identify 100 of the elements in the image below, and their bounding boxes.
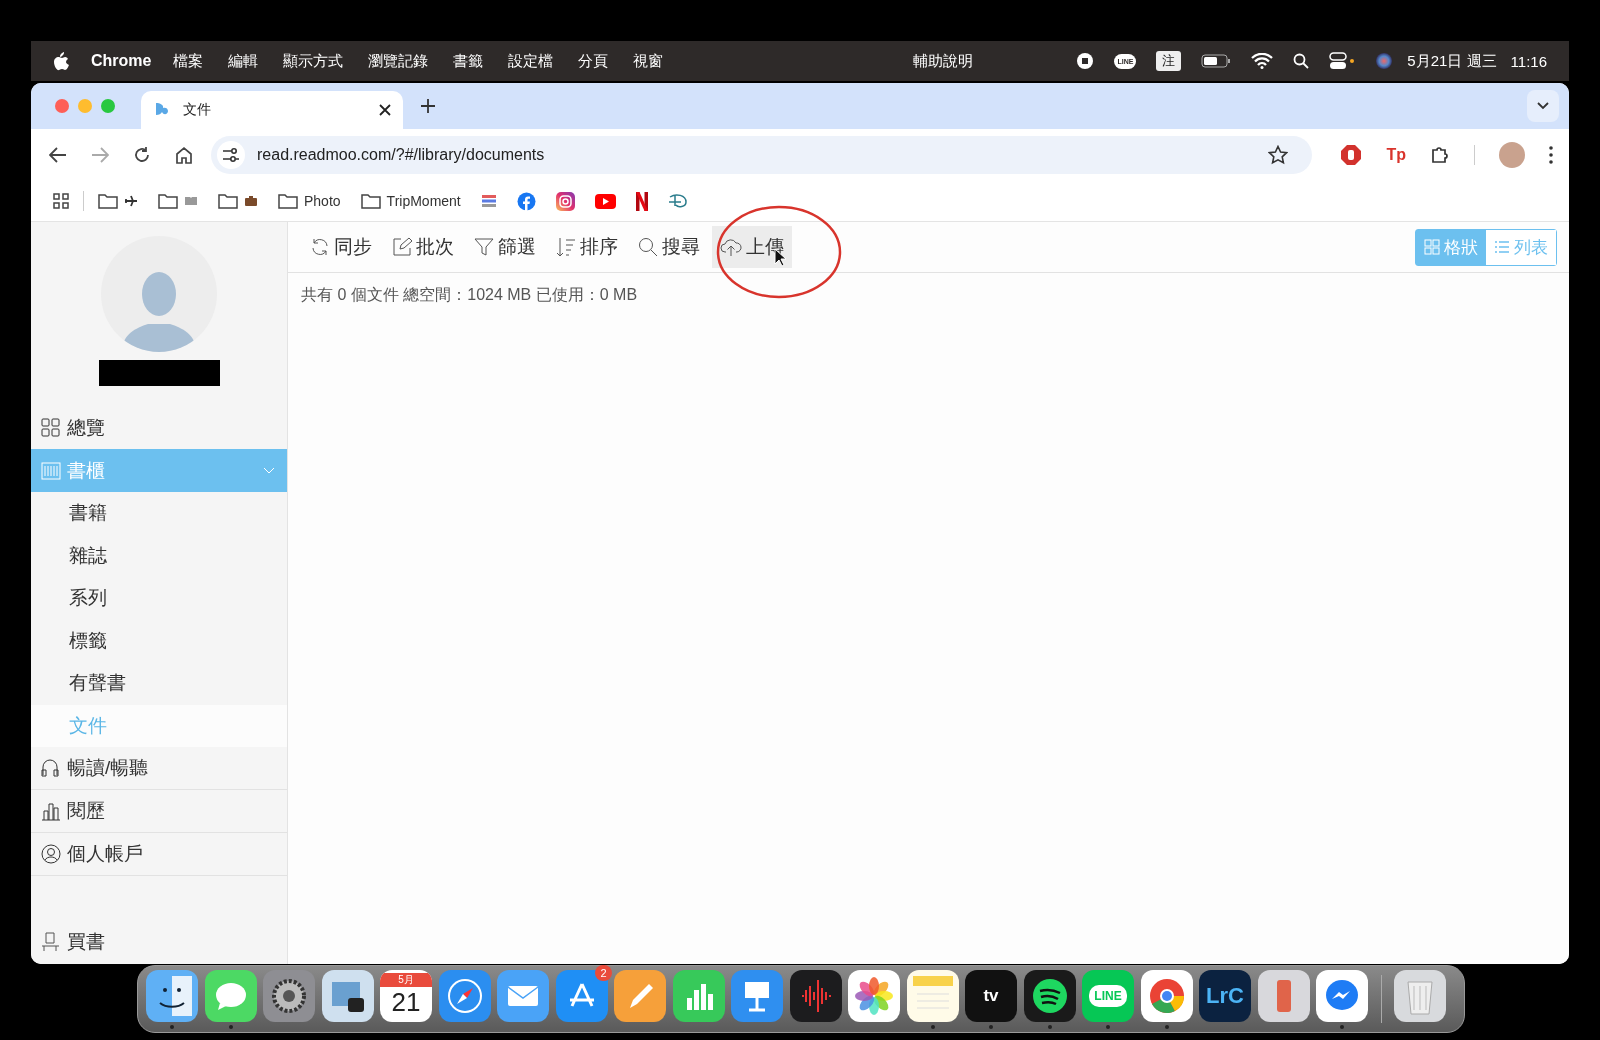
bookmark-folder[interactable]: TripMoment (360, 193, 461, 209)
user-icon (41, 844, 61, 864)
home-icon[interactable] (175, 146, 193, 164)
browser-logo-icon[interactable] (1140, 969, 1193, 1022)
folder-icon (278, 193, 298, 209)
folder-icon (98, 193, 118, 209)
toolbar-button[interactable]: 排序 (548, 226, 626, 268)
toolbar-button[interactable]: 批次 (384, 226, 462, 268)
play-logo-icon (594, 193, 616, 209)
orb-icon[interactable] (1375, 52, 1394, 70)
bookshelf-icon (41, 461, 61, 480)
circle-logo-icon (516, 191, 536, 211)
apps-grid-icon[interactable] (53, 193, 69, 209)
apple-icon[interactable] (53, 51, 69, 71)
tab-search-button[interactable] (1527, 90, 1559, 122)
puzzle-icon[interactable] (1430, 145, 1450, 165)
sidebar-item[interactable]: 買書 (31, 922, 287, 962)
flower-icon[interactable] (848, 969, 900, 1022)
menu-item[interactable]: 顯示方式 (283, 51, 344, 71)
gear-icon[interactable] (263, 969, 315, 1022)
sidebar-item[interactable]: 暢讀/暢聽 (31, 747, 287, 790)
grid-icon (1424, 239, 1440, 255)
menu-item[interactable]: 設定檔 (508, 51, 554, 71)
sidebar-subitem[interactable]: 雜誌 (31, 534, 287, 577)
list-icon (1494, 239, 1510, 255)
new-tab-icon[interactable] (421, 99, 435, 113)
toolbar-button[interactable]: 篩選 (466, 226, 544, 268)
browser-tab[interactable]: 文件 (141, 91, 403, 129)
time-label[interactable]: 11:16 (1510, 52, 1547, 70)
tv-app-icon[interactable]: tv (965, 969, 1017, 1022)
wifi-icon[interactable] (1251, 53, 1274, 69)
stripes-icon (480, 193, 497, 209)
menu-item[interactable]: 輔助說明 (913, 51, 974, 71)
photo-icon[interactable] (321, 969, 374, 1022)
app-store-icon[interactable] (555, 969, 608, 1022)
close-icon[interactable] (379, 104, 391, 116)
extension-logo[interactable]: Tp (1386, 146, 1406, 164)
record-icon[interactable] (1076, 52, 1095, 70)
notepad-icon[interactable] (906, 969, 959, 1022)
chevron-down-icon (1537, 102, 1549, 110)
address-bar[interactable]: read.readmoo.com/?#/library/documents (211, 136, 1313, 174)
phone-icon[interactable] (1257, 969, 1310, 1022)
podium-icon[interactable] (731, 969, 783, 1022)
briefcase-icon (244, 195, 258, 207)
bookmark-folder[interactable]: Photo (278, 193, 341, 209)
bookmark-button[interactable] (635, 191, 648, 211)
folder-icon (218, 193, 238, 209)
input-method-indicator[interactable]: 注 (1156, 51, 1182, 71)
battery-icon[interactable] (1201, 54, 1232, 68)
menu-item[interactable]: 書籤 (453, 51, 484, 71)
stripe-logo-icon (635, 191, 648, 211)
reload-icon[interactable] (133, 146, 151, 164)
sidebar-subitem[interactable]: 標籤 (31, 619, 287, 662)
site-settings-button[interactable] (217, 141, 245, 169)
photo-app-icon[interactable]: LrC (1199, 969, 1251, 1022)
smiley-face-icon[interactable] (146, 969, 198, 1022)
bar-chart-icon[interactable] (672, 969, 725, 1022)
bookmark-button[interactable] (218, 193, 258, 209)
waveform-icon[interactable] (789, 969, 842, 1022)
menu-item[interactable]: 分頁 (578, 51, 609, 71)
menu-item[interactable]: 檔案 (173, 51, 204, 71)
menu-item[interactable]: 編輯 (228, 51, 259, 71)
shield-hand-icon[interactable] (1340, 144, 1363, 166)
toggles-icon[interactable] (1329, 52, 1356, 70)
sidebar-subitem[interactable]: 書籍 (31, 492, 287, 535)
toolbar-button[interactable]: 搜尋 (630, 226, 708, 268)
filter-icon (474, 237, 494, 257)
sidebar-subitem[interactable]: 系列 (31, 577, 287, 620)
folder-icon (360, 193, 381, 209)
sidebar-item[interactable]: 總覽 (31, 406, 287, 449)
url-text: read.readmoo.com/?#/library/documents (257, 146, 545, 164)
star-icon[interactable] (1268, 145, 1289, 165)
search-icon (638, 237, 658, 257)
sidebar-item[interactable]: 個人帳戶 (31, 833, 287, 876)
menu-item[interactable]: 視窗 (633, 51, 664, 71)
menu-item[interactable]: 瀏覽記錄 (368, 51, 429, 71)
sidebar-item[interactable]: 閱歷 (31, 790, 287, 833)
calendar-icon[interactable]: 5月 21 (380, 969, 432, 1022)
trash-icon[interactable] (1394, 969, 1446, 1022)
toolbar-button[interactable]: 同步 (302, 226, 380, 268)
lightning-bubble-icon[interactable] (1316, 969, 1368, 1022)
sliders-icon (222, 148, 240, 162)
sidebar-subitem[interactable]: 有聲書 (31, 662, 287, 705)
search-icon[interactable] (1293, 53, 1310, 69)
edit-icon (392, 237, 412, 257)
bar-chart-icon (41, 801, 61, 821)
date-label[interactable]: 5月21日 週三 (1407, 51, 1497, 71)
speech-bubble-icon[interactable] (204, 969, 257, 1022)
bookmark-button[interactable] (98, 193, 138, 209)
app-menu[interactable]: Chrome (91, 52, 152, 70)
back-icon[interactable] (49, 147, 67, 163)
compass-icon[interactable] (438, 969, 491, 1022)
sync-icon (310, 237, 330, 257)
envelope-icon[interactable] (497, 969, 549, 1022)
sound-waves-icon[interactable] (1023, 969, 1076, 1022)
pencil-icon[interactable] (614, 969, 666, 1022)
toolbar-button[interactable]: 上傳 (712, 226, 792, 268)
airplane-icon (124, 195, 138, 207)
more-icon[interactable] (1549, 146, 1553, 164)
bookmark-button[interactable] (555, 191, 575, 211)
